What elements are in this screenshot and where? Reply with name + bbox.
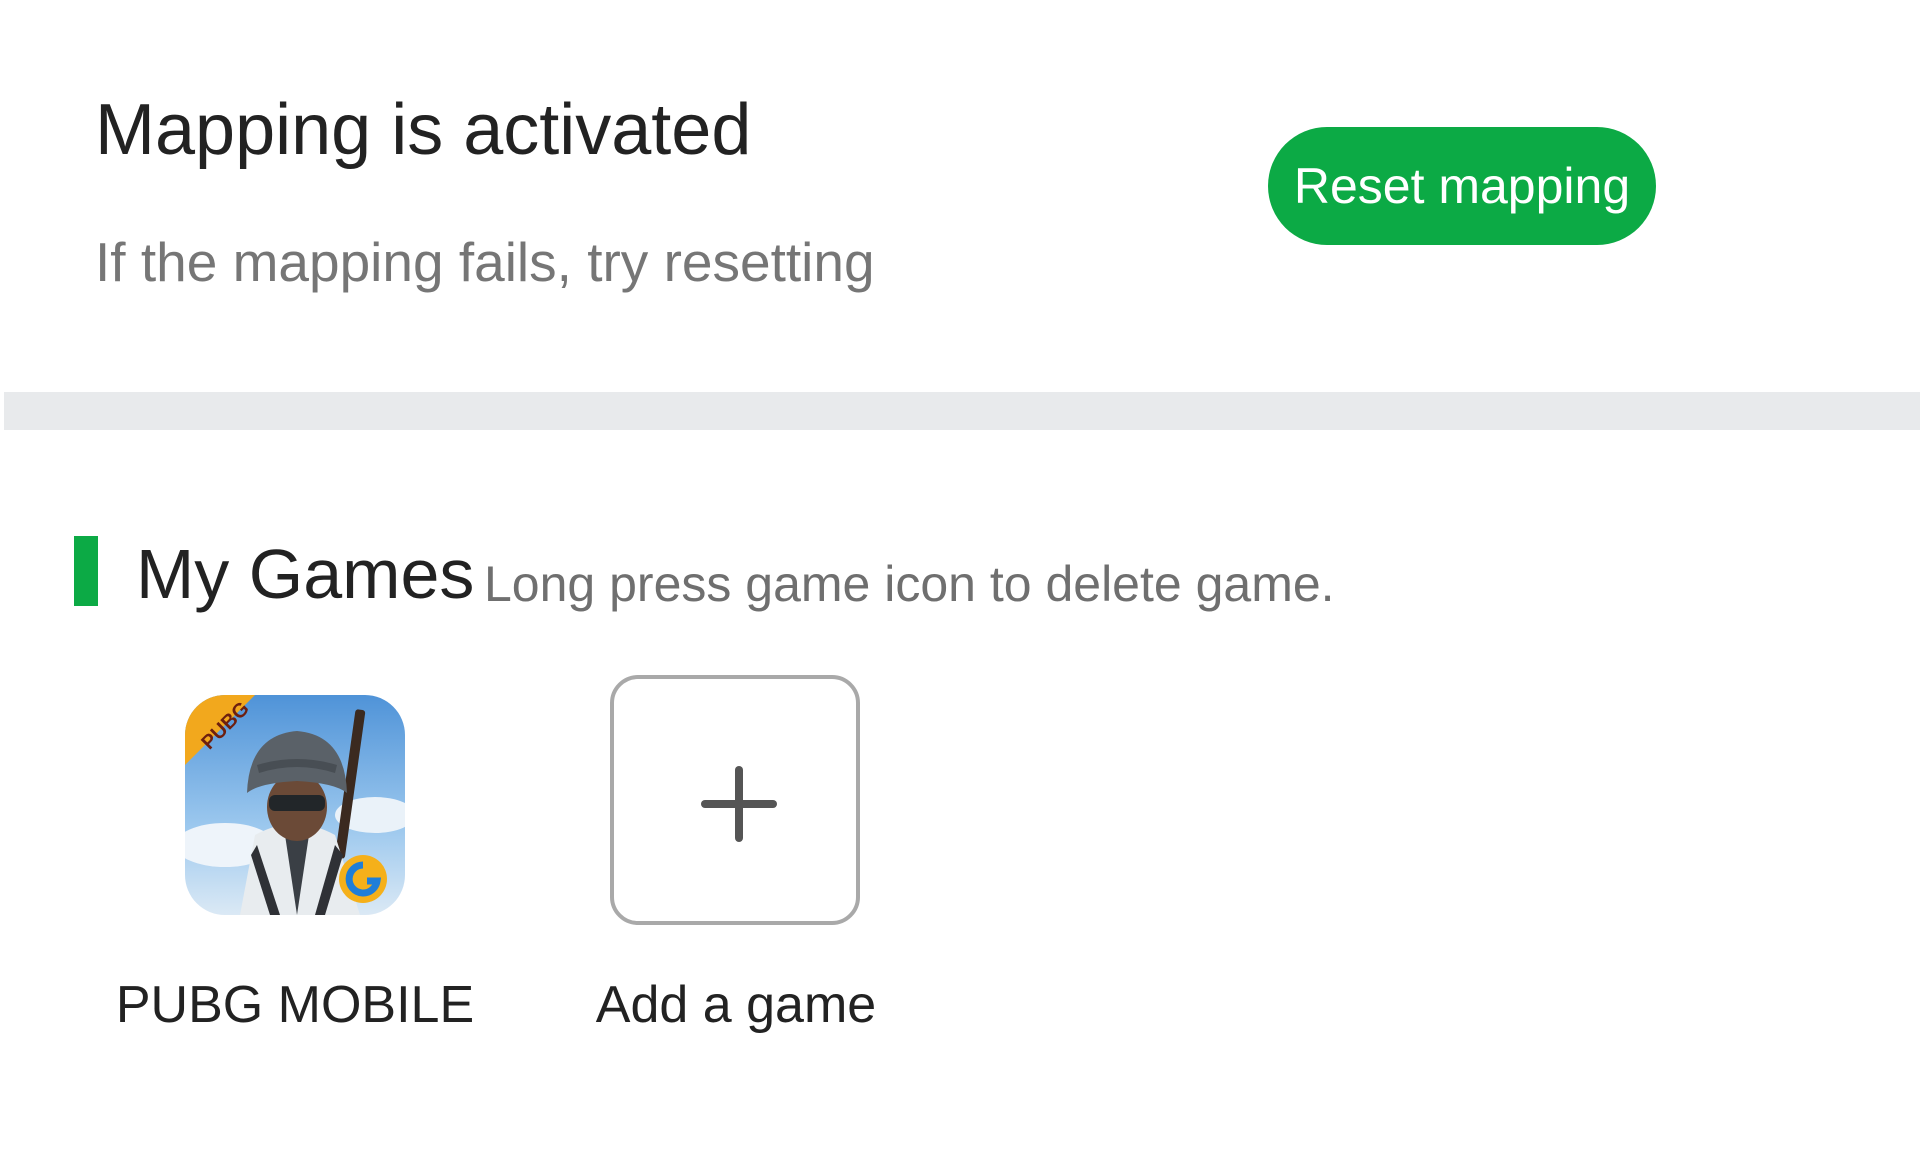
my-games-header: My Games Long press game icon to delete … xyxy=(0,530,1920,613)
add-game-label: Add a game xyxy=(595,976,877,1034)
game-name-label: PUBG MOBILE xyxy=(115,976,475,1034)
mapping-status-hint: If the mapping fails, try resetting xyxy=(95,231,875,293)
my-games-hint: Long press game icon to delete game. xyxy=(484,556,1335,612)
section-accent-bar xyxy=(74,536,98,606)
reset-mapping-button[interactable]: Reset mapping xyxy=(1268,127,1656,245)
add-game-button[interactable] xyxy=(610,675,860,925)
add-game-tile[interactable]: Add a game xyxy=(586,675,886,1045)
section-divider xyxy=(4,392,1920,430)
pubg-mobile-app-icon[interactable]: PUBG xyxy=(185,695,405,915)
game-tile-pubg-mobile[interactable]: PUBG PUBG MOBILE xyxy=(116,675,474,1045)
mapping-status-title: Mapping is activated xyxy=(95,90,752,170)
plus-icon xyxy=(701,766,777,842)
my-games-title: My Games xyxy=(136,535,475,613)
mapping-status-section: Mapping is activated If the mapping fail… xyxy=(0,0,1920,392)
